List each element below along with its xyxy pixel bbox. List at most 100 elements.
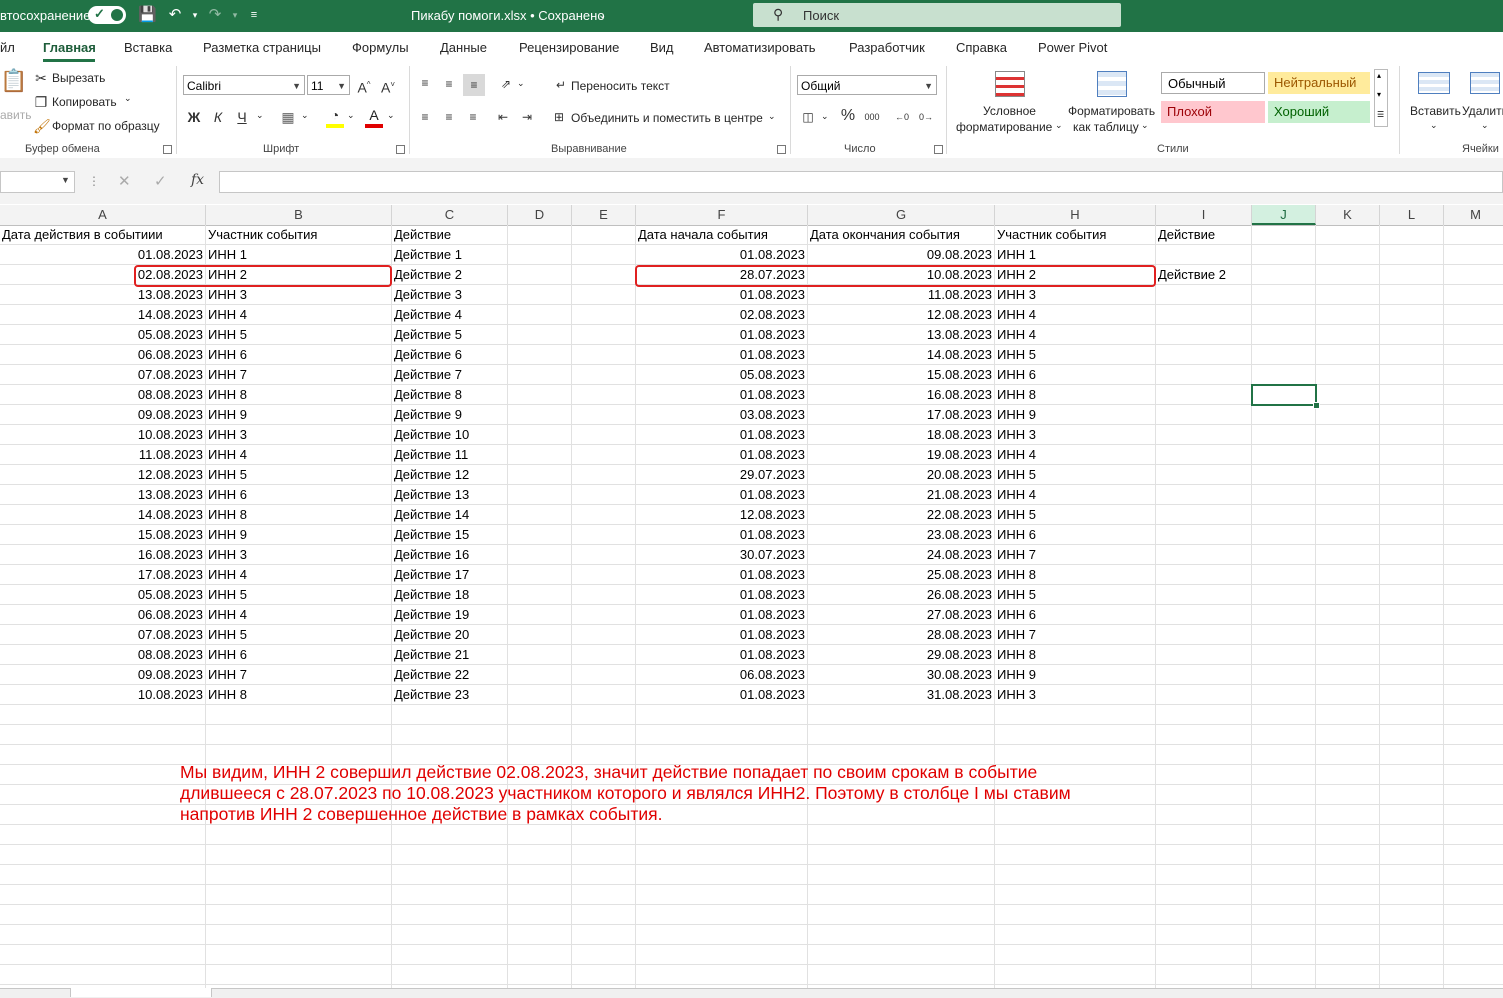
cell-c[interactable]: Действие 8 [394,385,462,405]
italic-button[interactable]: К [210,108,226,126]
header-cell-h[interactable]: Участник события [997,225,1106,245]
cell-h[interactable]: ИНН 5 [997,465,1036,485]
copy-button[interactable]: Копировать [52,95,117,109]
copy-icon[interactable]: ❐ [33,93,49,111]
cell-b[interactable]: ИНН 4 [208,445,247,465]
cell-b[interactable]: ИНН 7 [208,365,247,385]
cell-b[interactable]: ИНН 5 [208,465,247,485]
column-header-g[interactable]: G [808,205,995,225]
cell-a[interactable]: 01.08.2023 [0,245,203,265]
cell-h[interactable]: ИНН 7 [997,625,1036,645]
format-as-table-label-1[interactable]: Форматировать [1068,104,1155,118]
cell-f[interactable]: 01.08.2023 [636,645,805,665]
format-table-dropdown-icon[interactable]: ⌄ [1141,120,1149,131]
cell-h[interactable]: ИНН 3 [997,285,1036,305]
cell-c[interactable]: Действие 4 [394,305,462,325]
accounting-dropdown-icon[interactable]: ⌄ [821,111,829,122]
bold-button[interactable]: Ж [186,108,202,126]
cell-h[interactable]: ИНН 5 [997,505,1036,525]
cell-g[interactable]: 25.08.2023 [808,565,992,585]
borders-icon[interactable]: ▦ [280,108,296,126]
undo-icon[interactable]: ↶ [166,6,184,24]
cell-b[interactable]: ИНН 3 [208,545,247,565]
tab-developer[interactable]: Разработчик [849,40,925,55]
insert-function-icon[interactable]: fx [191,172,204,188]
cell-g[interactable]: 19.08.2023 [808,445,992,465]
cell-c[interactable]: Действие 10 [394,425,469,445]
cell-g[interactable]: 31.08.2023 [808,685,992,705]
font-size-combo[interactable]: 11 ▼ [307,75,350,95]
cell-c[interactable]: Действие 19 [394,605,469,625]
align-bottom-icon[interactable]: ≡ [463,74,485,96]
cell-h[interactable]: ИНН 4 [997,445,1036,465]
cell-a[interactable]: 12.08.2023 [0,465,203,485]
sheet-tab-active[interactable] [70,988,212,997]
cell-g[interactable]: 28.08.2023 [808,625,992,645]
insert-cells-icon[interactable] [1418,72,1450,94]
conditional-formatting-label-1[interactable]: Условное [983,104,1036,118]
tab-view[interactable]: Вид [650,40,674,55]
cell-c[interactable]: Действие 22 [394,665,469,685]
search-box[interactable]: ⚲ Поиск [753,3,1121,27]
cell-a[interactable]: 07.08.2023 [0,365,203,385]
cell-g[interactable]: 13.08.2023 [808,325,992,345]
cancel-entry-icon[interactable]: ✕ [118,172,131,190]
format-as-table-icon[interactable] [1097,71,1127,97]
orientation-icon[interactable]: ⇗ [497,75,515,93]
cell-f[interactable]: 05.08.2023 [636,365,805,385]
number-dialog-launcher[interactable] [934,145,943,154]
increase-font-icon[interactable]: A^ [355,76,373,97]
cell-f[interactable]: 12.08.2023 [636,505,805,525]
accounting-format-icon[interactable]: ◫ [799,108,817,126]
header-cell-b[interactable]: Участник события [208,225,317,245]
cell-f[interactable]: 01.08.2023 [636,245,805,265]
cell-g[interactable]: 18.08.2023 [808,425,992,445]
cell-g[interactable]: 29.08.2023 [808,645,992,665]
worksheet-grid[interactable]: Дата действия в событиии Участник события… [0,225,1503,988]
cell-f[interactable]: 01.08.2023 [636,605,805,625]
cell-h[interactable]: ИНН 4 [997,305,1036,325]
cell-f[interactable]: 01.08.2023 [636,585,805,605]
column-header-l[interactable]: L [1380,205,1444,225]
cell-a[interactable]: 09.08.2023 [0,405,203,425]
cell-b[interactable]: ИНН 5 [208,585,247,605]
tab-home[interactable]: Главная [43,40,96,55]
cell-f[interactable]: 01.08.2023 [636,285,805,305]
cell-f[interactable]: 01.08.2023 [636,565,805,585]
comma-style-icon[interactable]: 000 [863,108,881,126]
cell-c[interactable]: Действие 18 [394,585,469,605]
cell-g[interactable]: 26.08.2023 [808,585,992,605]
cell-a[interactable]: 10.08.2023 [0,425,203,445]
font-color-dropdown-icon[interactable]: ⌄ [387,110,395,121]
cell-a[interactable]: 10.08.2023 [0,685,203,705]
cell-b[interactable]: ИНН 5 [208,325,247,345]
cell-a[interactable]: 17.08.2023 [0,565,203,585]
column-header-m[interactable]: M [1444,205,1503,225]
cell-g[interactable]: 23.08.2023 [808,525,992,545]
tab-data[interactable]: Данные [440,40,487,55]
cell-g[interactable]: 21.08.2023 [808,485,992,505]
title-chevron-icon[interactable]: ⌄ [598,10,606,21]
autosave-toggle[interactable]: ✓ [88,6,126,24]
align-middle-icon[interactable]: ≡ [441,75,457,93]
insert-button[interactable]: Вставить [1410,104,1461,118]
formula-input[interactable] [219,171,1503,193]
underline-dropdown-icon[interactable]: ⌄ [256,110,264,121]
cell-f[interactable]: 01.08.2023 [636,485,805,505]
insert-dropdown-icon[interactable]: ⌄ [1430,120,1438,131]
cell-b[interactable]: ИНН 8 [208,505,247,525]
column-header-a[interactable]: A [0,205,206,225]
cell-f[interactable]: 01.08.2023 [636,445,805,465]
column-header-f[interactable]: F [636,205,808,225]
cell-h[interactable]: ИНН 8 [997,565,1036,585]
cell-f[interactable]: 01.08.2023 [636,425,805,445]
cell-b[interactable]: ИНН 4 [208,605,247,625]
cell-g[interactable]: 22.08.2023 [808,505,992,525]
cell-f[interactable]: 03.08.2023 [636,405,805,425]
font-color-icon[interactable]: A [366,106,382,124]
cell-h[interactable]: ИНН 9 [997,665,1036,685]
merge-dropdown-icon[interactable]: ⌄ [768,111,776,122]
align-left-icon[interactable]: ≡ [417,108,433,126]
cell-c[interactable]: Действие 2 [394,265,462,285]
cell-c[interactable]: Действие 14 [394,505,469,525]
